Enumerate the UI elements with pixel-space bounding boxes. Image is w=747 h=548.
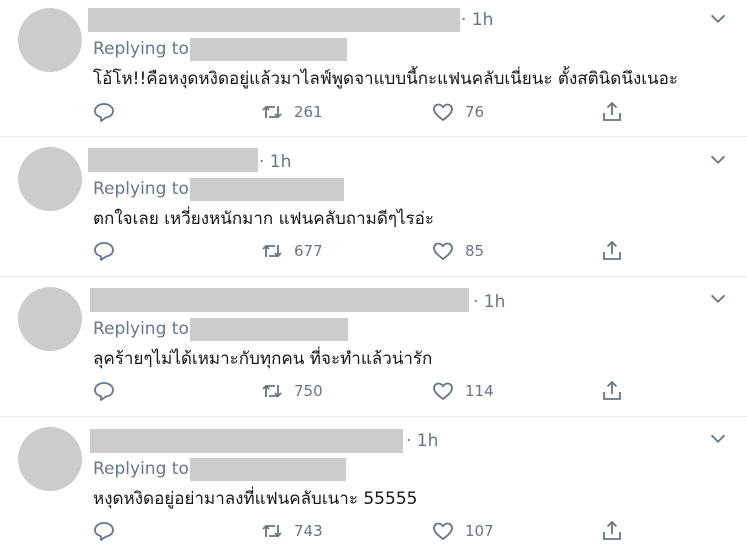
timestamp[interactable]: · 1h: [473, 292, 505, 312]
tweet-4[interactable]: · 1h Replying to หงุดหงิดอยู่อย่ามาลงที่…: [0, 417, 747, 548]
retweet-count: 677: [294, 242, 323, 260]
share-icon: [603, 520, 621, 540]
retweet-button[interactable]: 750: [260, 379, 323, 403]
reply-button[interactable]: [92, 239, 116, 263]
replying-to-label: Replying to: [93, 459, 189, 479]
like-button[interactable]: 114: [431, 379, 494, 403]
tweet-text: หงุดหงิดอยู่อย่ามาลงที่แฟนคลับเนาะ 55555: [93, 489, 418, 509]
like-count: 114: [465, 382, 494, 400]
heart-icon: [433, 103, 453, 121]
like-button[interactable]: 107: [431, 519, 494, 543]
replying-to-username-redacted[interactable]: [190, 38, 347, 61]
like-count: 76: [465, 103, 485, 121]
avatar[interactable]: [18, 427, 82, 491]
tweet-text: โอ้โห!!คือหงุดหงิดอยู่แล้วมาไลฟ์พูดจาแบบ…: [93, 69, 679, 89]
username-redacted[interactable]: [90, 288, 469, 312]
username-redacted[interactable]: [90, 429, 403, 453]
retweet-icon: [262, 384, 282, 398]
retweet-icon: [262, 244, 282, 258]
timestamp[interactable]: · 1h: [461, 10, 493, 30]
chevron-down-icon[interactable]: [707, 8, 729, 30]
retweet-count: 743: [294, 522, 323, 540]
avatar[interactable]: [18, 147, 82, 211]
tweet-2[interactable]: · 1h Replying to ตกใจเลย เหวี่ยงหนักมาก …: [0, 137, 747, 276]
share-button[interactable]: [600, 239, 624, 263]
timestamp[interactable]: · 1h: [259, 152, 291, 172]
heart-icon: [433, 242, 453, 260]
like-button[interactable]: 85: [431, 239, 484, 263]
reply-icon: [94, 522, 114, 541]
share-button[interactable]: [600, 519, 624, 543]
retweet-button[interactable]: 743: [260, 519, 323, 543]
tweet-text: ลุคร้ายๆไม่ได้เหมาะกับทุกคน ที่จะทำแล้วน…: [93, 349, 433, 369]
retweet-icon: [262, 105, 282, 119]
reply-button[interactable]: [92, 379, 116, 403]
avatar[interactable]: [18, 287, 82, 351]
share-icon: [603, 380, 621, 400]
replying-to-username-redacted[interactable]: [190, 178, 344, 201]
like-button[interactable]: 76: [431, 100, 484, 124]
reply-icon: [94, 382, 114, 401]
replying-to-label: Replying to: [93, 39, 189, 59]
tweet-text: ตกใจเลย เหวี่ยงหนักมาก แฟนคลับถามดีๆไรอ่…: [93, 209, 435, 229]
replying-to-label: Replying to: [93, 319, 189, 339]
chevron-down-icon[interactable]: [707, 149, 729, 171]
username-redacted[interactable]: [88, 148, 258, 172]
reply-button[interactable]: [92, 100, 116, 124]
chevron-down-icon[interactable]: [707, 288, 729, 310]
retweet-count: 261: [294, 103, 323, 121]
replying-to-username-redacted[interactable]: [190, 318, 348, 341]
heart-icon: [433, 522, 453, 540]
tweet-3[interactable]: · 1h Replying to ลุคร้ายๆไม่ได้เหมาะกับท…: [0, 277, 747, 416]
heart-icon: [433, 382, 453, 400]
reply-button[interactable]: [92, 519, 116, 543]
timestamp[interactable]: · 1h: [406, 431, 438, 451]
replying-to-label: Replying to: [93, 179, 189, 199]
chevron-down-icon[interactable]: [707, 428, 729, 450]
username-redacted[interactable]: [88, 8, 460, 32]
tweet-1[interactable]: · 1h Replying to โอ้โห!!คือหงุดหงิดอยู่แ…: [0, 0, 747, 136]
share-button[interactable]: [600, 100, 624, 124]
reply-icon: [94, 103, 114, 122]
share-icon: [603, 101, 621, 121]
share-button[interactable]: [600, 379, 624, 403]
like-count: 107: [465, 522, 494, 540]
share-icon: [603, 240, 621, 260]
retweet-button[interactable]: 261: [260, 100, 323, 124]
like-count: 85: [465, 242, 485, 260]
replying-to-username-redacted[interactable]: [190, 458, 346, 481]
retweet-icon: [262, 524, 282, 538]
retweet-button[interactable]: 677: [260, 239, 323, 263]
retweet-count: 750: [294, 382, 323, 400]
reply-icon: [94, 242, 114, 261]
avatar[interactable]: [18, 8, 82, 72]
